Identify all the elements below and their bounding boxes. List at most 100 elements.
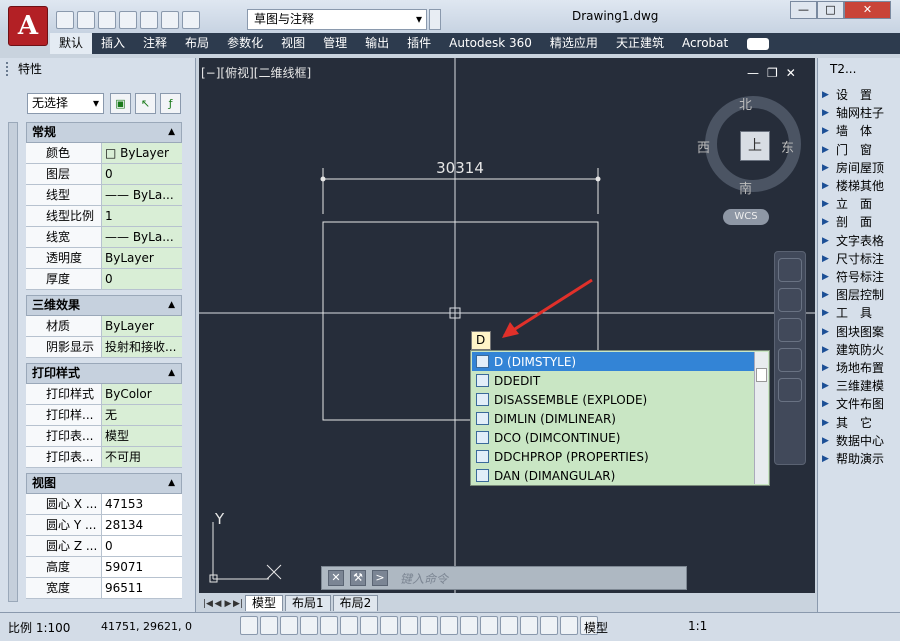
last-layout-icon[interactable]: ▶| [233, 599, 243, 611]
print-icon[interactable] [140, 11, 158, 29]
property-value[interactable]: ByLayer [102, 248, 182, 268]
property-value[interactable]: 59071 [102, 557, 182, 577]
property-value[interactable]: 28134 [102, 515, 182, 535]
scale-indicator[interactable]: 比例 1:100 [8, 619, 70, 636]
dynamic-ucs-icon[interactable] [400, 616, 418, 635]
object-snap-tracking-icon[interactable] [380, 616, 398, 635]
tangent-menu-item[interactable]: ▶ 数据中心 [822, 432, 898, 450]
tangent-menu-item[interactable]: ▶ 符号标注 [822, 268, 898, 286]
annotation-monitor-icon[interactable] [520, 616, 538, 635]
property-row[interactable]: 打印表... 模型 [26, 426, 182, 447]
viewport-restore-icon[interactable]: ❐ [767, 66, 778, 80]
tangent-menu-item[interactable]: ▶ 场地布置 [822, 359, 898, 377]
quick-properties-icon[interactable] [480, 616, 498, 635]
zoom-icon[interactable] [778, 318, 802, 342]
coordinate-readout[interactable]: 41751, 29621, 0 [101, 620, 192, 633]
autocomplete-item[interactable]: DCO (DIMCONTINUE) [472, 428, 754, 447]
tangent-menu-item[interactable]: ▶ 尺寸标注 [822, 250, 898, 268]
tangent-menu-item[interactable]: ▶ 轴网柱子 [822, 104, 898, 122]
viewcube-west[interactable]: 西 [697, 137, 710, 156]
autocomplete-item[interactable]: DISASSEMBLE (EXPLODE) [472, 390, 754, 409]
open-file-icon[interactable] [77, 11, 95, 29]
autocomplete-scroll-thumb[interactable] [756, 368, 767, 382]
ribbon-tab[interactable]: 输出 [356, 33, 398, 54]
lineweight-icon[interactable] [440, 616, 458, 635]
wcs-menu[interactable]: WCS [723, 209, 769, 225]
property-row[interactable]: 材质 ByLayer [26, 316, 182, 337]
infer-constraints-icon[interactable] [240, 616, 258, 635]
3d-object-snap-icon[interactable] [360, 616, 378, 635]
ribbon-tab[interactable]: Acrobat [673, 33, 737, 54]
autocomplete-item[interactable]: DIMLIN (DIMLINEAR) [472, 409, 754, 428]
autocomplete-item[interactable]: DDCHPROP (PROPERTIES) [472, 447, 754, 466]
qat-customize-button[interactable] [429, 9, 441, 30]
recent-commands-icon[interactable]: > [372, 570, 388, 586]
dynamic-input-icon[interactable] [420, 616, 438, 635]
showmotion-icon[interactable] [778, 378, 802, 402]
save-icon[interactable] [98, 11, 116, 29]
property-row[interactable]: 打印样... 无 [26, 405, 182, 426]
tangent-menu-item[interactable]: ▶ 立 面 [822, 195, 898, 213]
property-value[interactable]: 96511 [102, 578, 182, 598]
selection-cycling-icon[interactable] [500, 616, 518, 635]
property-row[interactable]: 圆心 Z ... 0 [26, 536, 182, 557]
application-menu-button[interactable]: A [8, 6, 48, 46]
property-row[interactable]: 打印样式 ByColor [26, 384, 182, 405]
property-row[interactable]: 宽度 96511 [26, 578, 182, 599]
tangent-menu-item[interactable]: ▶ 三维建模 [822, 377, 898, 395]
tangent-menu-item[interactable]: ▶ 建筑防火 [822, 341, 898, 359]
property-row[interactable]: 线型 —— ByLa... [26, 185, 182, 206]
palette-scrollbar[interactable] [8, 122, 18, 602]
property-section-header[interactable]: 视图 ▲ [26, 473, 182, 494]
save-as-icon[interactable] [119, 11, 137, 29]
quick-select-icon[interactable]: ƒ [160, 93, 181, 114]
property-section-header[interactable]: 常规 ▲ [26, 122, 182, 143]
property-section-header[interactable]: 三维效果 ▲ [26, 295, 182, 316]
transparency-icon[interactable] [460, 616, 478, 635]
prev-layout-icon[interactable]: ◀ [213, 599, 223, 611]
autocomplete-item[interactable]: DAN (DIMANGULAR) [472, 466, 754, 485]
layout-tab[interactable]: 模型 [245, 595, 284, 611]
property-row[interactable]: 线宽 —— ByLa... [26, 227, 182, 248]
drawing-canvas[interactable]: 30314 Y [−][俯视][二维线框] — ❐ ✕ 上 北 南 东 西 WC… [199, 58, 815, 593]
new-file-icon[interactable] [56, 11, 74, 29]
first-layout-icon[interactable]: |◀ [203, 599, 213, 611]
layout-tab[interactable]: 布局1 [285, 595, 331, 611]
tangent-menu-item[interactable]: ▶ 房间屋顶 [822, 159, 898, 177]
property-row[interactable]: 圆心 Y ... 28134 [26, 515, 182, 536]
undo-icon[interactable] [161, 11, 179, 29]
property-row[interactable]: 颜色 □ ByLayer [26, 143, 182, 164]
tangent-menu-item[interactable]: ▶ 其 它 [822, 414, 898, 432]
toggle-pickadd-icon[interactable]: ▣ [110, 93, 131, 114]
annotation-scale[interactable]: 1:1 [688, 619, 707, 633]
property-row[interactable]: 阴影显示 投射和接收... [26, 337, 182, 358]
ribbon-tab[interactable]: 参数化 [218, 33, 272, 54]
next-layout-icon[interactable]: ▶ [223, 599, 233, 611]
dynamic-input-box[interactable]: D [471, 331, 491, 350]
customize-wrench-icon[interactable]: ⚒ [350, 570, 366, 586]
grid-display-icon[interactable] [280, 616, 298, 635]
viewport-close-icon[interactable]: ✕ [786, 66, 796, 80]
close-command-line-icon[interactable]: ✕ [328, 570, 344, 586]
snap-mode-icon[interactable] [260, 616, 278, 635]
ribbon-tab[interactable]: 布局 [176, 33, 218, 54]
property-value[interactable]: 模型 [102, 426, 182, 446]
close-icon[interactable]: ✕ [844, 1, 891, 19]
ribbon-tab[interactable]: 注释 [134, 33, 176, 54]
property-value[interactable]: 无 [102, 405, 182, 425]
tangent-menu-item[interactable]: ▶ 图块图案 [822, 323, 898, 341]
tangent-menu-item[interactable]: ▶ 楼梯其他 [822, 177, 898, 195]
autocomplete-item[interactable]: D (DIMSTYLE) [472, 352, 754, 371]
pan-icon[interactable] [778, 288, 802, 312]
minimize-icon[interactable]: — [790, 1, 817, 19]
property-row[interactable]: 线型比例 1 [26, 206, 182, 227]
orbit-icon[interactable] [778, 348, 802, 372]
maximize-icon[interactable]: □ [817, 1, 844, 19]
ribbon-tab[interactable]: 视图 [272, 33, 314, 54]
steering-wheel-icon[interactable] [778, 258, 802, 282]
object-snap-icon[interactable] [340, 616, 358, 635]
viewcube-top-face[interactable]: 上 [740, 131, 770, 161]
property-row[interactable]: 厚度 0 [26, 269, 182, 290]
property-value[interactable]: □ ByLayer [102, 143, 182, 163]
collapse-caret-icon[interactable]: ▲ [168, 296, 175, 315]
